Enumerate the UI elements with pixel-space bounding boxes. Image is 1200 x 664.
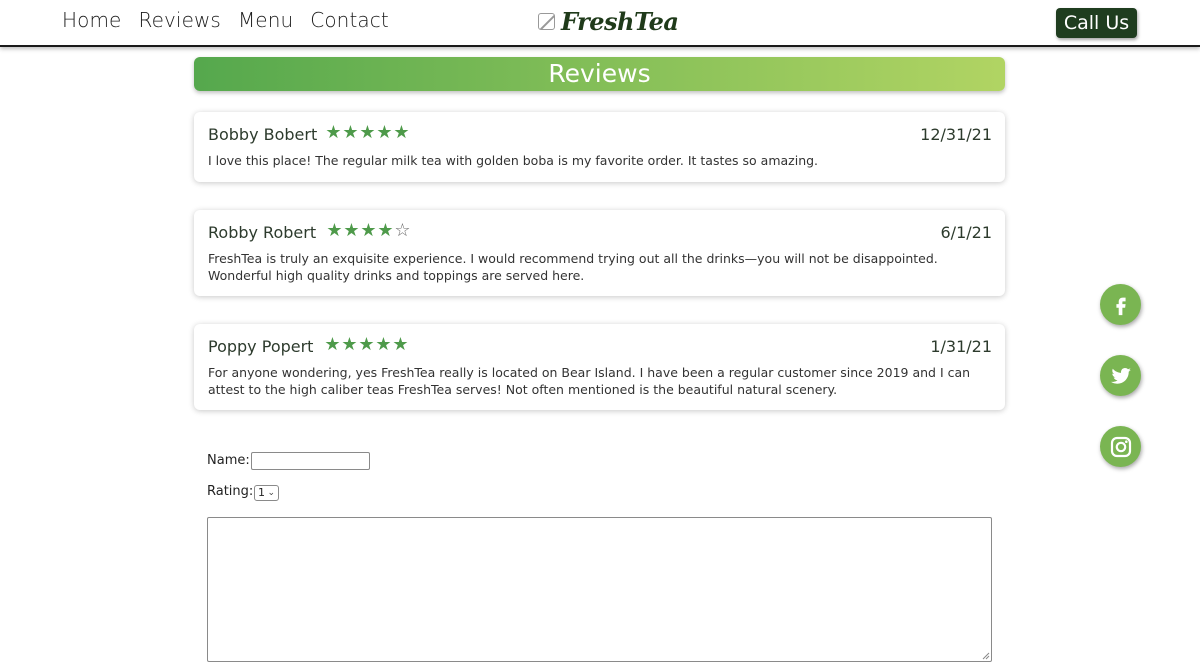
instagram-icon: [1110, 436, 1131, 457]
review-card: Poppy Popert ★ ★ ★ ★ ★ 1/31/21 For anyone wo…: [194, 324, 1005, 410]
review-card: Robby Robert ★ ★ ★ ★ ☆ 6/1/21 FreshTea is tr…: [194, 210, 1005, 296]
star-filled-icon: ★: [343, 220, 360, 241]
reviewer-name: Bobby Bobert: [208, 125, 318, 144]
star-filled-icon: ★: [376, 122, 393, 143]
star-filled-icon: ★: [342, 122, 359, 143]
review-card: Bobby Bobert ★ ★ ★ ★ ★ 12/31/21 I love this …: [194, 112, 1005, 182]
star-filled-icon: ★: [326, 220, 343, 241]
twitter-button[interactable]: [1100, 355, 1141, 396]
reviewer-name: Robby Robert: [208, 223, 317, 242]
main-nav: Home Reviews Menu Contact: [62, 8, 389, 32]
star-rating: ★ ★ ★ ★ ★: [325, 122, 410, 144]
name-input[interactable]: [251, 452, 370, 470]
facebook-icon: [1115, 297, 1126, 315]
star-empty-icon: ☆: [394, 220, 411, 241]
site-header: Home Reviews Menu Contact FreshTea Call …: [0, 0, 1200, 47]
nav-reviews-link[interactable]: Reviews: [138, 8, 220, 32]
star-filled-icon: ★: [375, 334, 392, 355]
site-logo[interactable]: FreshTea: [538, 7, 679, 36]
star-rating: ★ ★ ★ ★ ★: [324, 334, 409, 356]
review-text: I love this place! The regular milk tea …: [208, 153, 819, 168]
review-textarea[interactable]: [207, 517, 992, 662]
review-text: For anyone wondering, yes FreshTea reall…: [208, 365, 971, 397]
resize-grip-icon[interactable]: [982, 652, 990, 660]
nav-menu-link[interactable]: Menu: [238, 8, 293, 32]
rating-label: Rating:: [207, 484, 254, 499]
call-us-button[interactable]: Call Us: [1056, 8, 1137, 38]
logo-text: FreshTea: [561, 7, 679, 36]
star-rating: ★ ★ ★ ★ ☆: [326, 220, 411, 242]
star-filled-icon: ★: [358, 334, 375, 355]
star-filled-icon: ★: [359, 122, 376, 143]
star-filled-icon: ★: [393, 122, 410, 143]
name-label: Name:: [207, 453, 250, 468]
facebook-button[interactable]: [1100, 284, 1141, 325]
rating-select[interactable]: 1 ⌄: [254, 485, 279, 501]
star-filled-icon: ★: [325, 122, 342, 143]
star-filled-icon: ★: [324, 334, 341, 355]
rating-select-value: 1: [258, 486, 265, 499]
chevron-down-icon: ⌄: [267, 488, 275, 498]
review-date: 12/31/21: [920, 125, 992, 144]
star-filled-icon: ★: [377, 220, 394, 241]
leaf-square-icon: [538, 13, 555, 30]
star-filled-icon: ★: [341, 334, 358, 355]
review-date: 6/1/21: [940, 223, 993, 242]
star-filled-icon: ★: [360, 220, 377, 241]
star-filled-icon: ★: [392, 334, 409, 355]
reviewer-name: Poppy Popert: [208, 337, 314, 356]
review-text: FreshTea is truly an exquisite experienc…: [208, 251, 938, 283]
nav-contact-link[interactable]: Contact: [310, 8, 389, 32]
instagram-button[interactable]: [1100, 426, 1141, 467]
reviews-banner: Reviews: [194, 57, 1005, 91]
nav-home-link[interactable]: Home: [62, 8, 121, 32]
twitter-icon: [1110, 367, 1131, 384]
review-date: 1/31/21: [930, 337, 992, 356]
